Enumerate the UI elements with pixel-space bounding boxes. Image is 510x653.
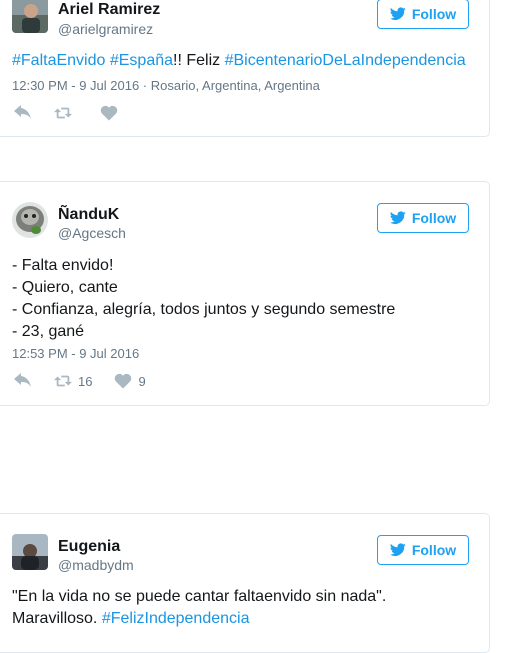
tweet-text: #FaltaEnvido #España!! Feliz #Bicentenar… — [12, 50, 477, 72]
tweet-line: - Falta envido! — [12, 257, 114, 274]
twitter-bird-icon — [389, 211, 406, 225]
like-button[interactable] — [100, 105, 124, 121]
tweet-actions — [14, 105, 146, 121]
heart-icon — [115, 373, 132, 389]
tweet-text: - Falta envido! - Quiero, cante - Confia… — [12, 255, 477, 343]
retweet-count: 16 — [78, 373, 93, 389]
retweet-button[interactable]: 16 — [54, 373, 92, 389]
author-name[interactable]: ÑanduK — [58, 206, 119, 224]
author-handle[interactable]: @Agcesch — [58, 225, 126, 241]
tweet-line: - Confianza, alegría, todos juntos y seg… — [12, 301, 396, 318]
hashtag-link[interactable]: #España — [110, 52, 173, 69]
follow-button[interactable]: Follow — [377, 535, 469, 565]
tweet-text: "En la vida no se puede cantar faltaenvi… — [12, 586, 477, 630]
follow-label: Follow — [411, 542, 457, 558]
tweet-line: Maravilloso. #FelizIndependencia — [12, 608, 477, 630]
tweet-card: Eugenia @madbydm Follow "En la vida no s… — [0, 513, 490, 653]
retweet-icon — [54, 375, 72, 387]
author-handle[interactable]: @madbydm — [58, 557, 134, 573]
follow-label: Follow — [411, 210, 457, 226]
tweet-line: "En la vida no se puede cantar faltaenvi… — [12, 588, 387, 605]
retweet-icon — [54, 107, 72, 119]
follow-label: Follow — [411, 6, 457, 22]
reply-icon — [14, 105, 31, 119]
author-handle[interactable]: @arielgramirez — [58, 21, 153, 37]
twitter-bird-icon — [389, 7, 406, 21]
follow-button[interactable]: Follow — [377, 203, 469, 233]
like-count: 9 — [138, 373, 146, 389]
tweet-line: - 23, gané — [12, 323, 85, 340]
tweet-text-segment: Maravilloso. — [12, 610, 102, 627]
retweet-button[interactable] — [54, 105, 78, 121]
tweet-line: - Quiero, cante — [12, 279, 118, 296]
hashtag-link[interactable]: #FaltaEnvido — [12, 52, 105, 69]
author-name[interactable]: Ariel Ramirez — [58, 1, 160, 19]
twitter-bird-icon — [389, 543, 406, 557]
tweet-timestamp[interactable]: 12:30 PM - 9 Jul 2016 · Rosario, Argenti… — [12, 78, 320, 93]
avatar[interactable] — [12, 534, 48, 570]
hashtag-link[interactable]: #BicentenarioDeLaIndependencia — [225, 52, 466, 69]
avatar[interactable] — [12, 0, 48, 33]
tweet-card: Ariel Ramirez @arielgramirez Follow #Fal… — [0, 0, 490, 137]
author-name[interactable]: Eugenia — [58, 538, 120, 556]
follow-button[interactable]: Follow — [377, 0, 469, 29]
heart-icon — [100, 105, 118, 121]
reply-button[interactable] — [14, 105, 32, 121]
tweet-text-segment: !! Feliz — [173, 52, 225, 69]
tweet-actions: 16 9 — [14, 373, 168, 389]
reply-button[interactable] — [14, 373, 32, 389]
tweet-card: ÑanduK @Agcesch Follow - Falta envido! -… — [0, 181, 490, 406]
hashtag-link[interactable]: #FelizIndependencia — [102, 610, 250, 627]
avatar[interactable] — [12, 202, 48, 238]
like-button[interactable]: 9 — [114, 373, 146, 389]
tweet-timestamp[interactable]: 12:53 PM - 9 Jul 2016 — [12, 346, 139, 361]
reply-icon — [14, 373, 31, 387]
